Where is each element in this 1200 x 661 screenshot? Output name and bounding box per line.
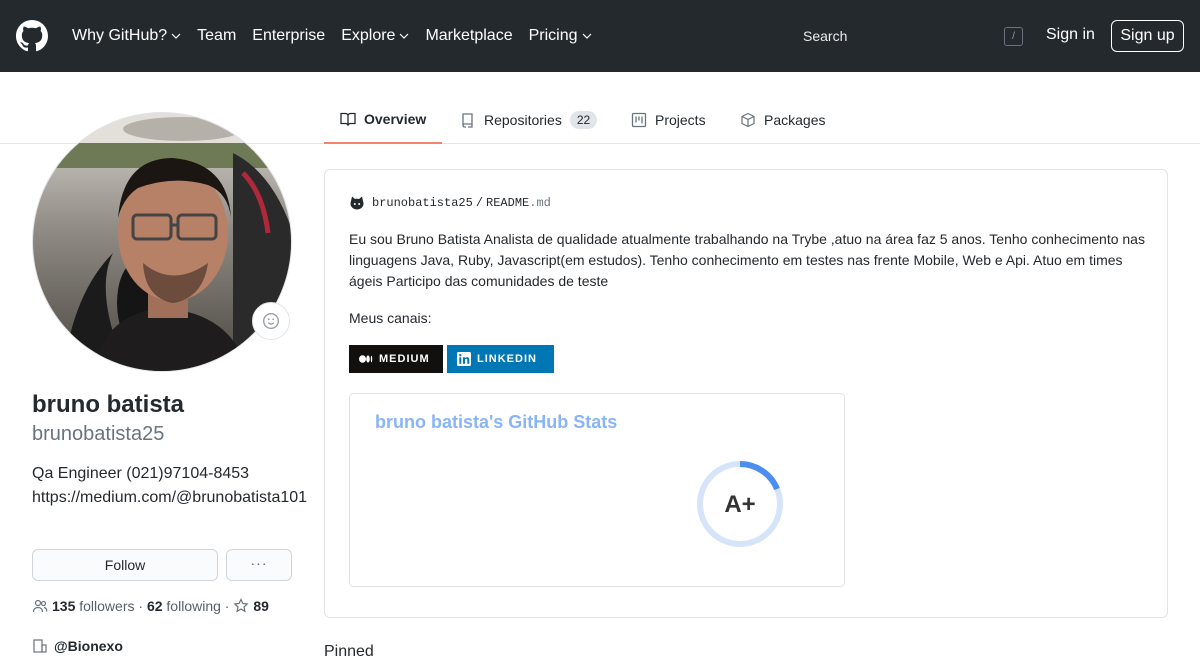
profile-readme: brunobatista25 / README .md Eu sou Bruno … xyxy=(324,169,1168,618)
smiley-icon xyxy=(263,313,279,329)
github-logo-icon[interactable] xyxy=(16,20,48,52)
following-count: 62 xyxy=(146,598,163,614)
profile-bio: Qa Engineer (021)97104-8453 https://medi… xyxy=(32,465,308,506)
repositories-counter: 22 xyxy=(569,111,598,129)
nav-explore-label: Explore xyxy=(341,27,396,44)
medium-logo-icon xyxy=(359,355,373,363)
main-nav: Why GitHub? Team Enterprise Explore Mark… xyxy=(72,0,608,72)
tab-packages-label: Packages xyxy=(764,112,826,128)
package-icon xyxy=(741,112,755,128)
organization-icon xyxy=(33,639,47,653)
readme-path: brunobatista25 / README .md xyxy=(349,195,551,211)
organization-item: @Bionexo xyxy=(32,638,123,654)
rank-circle: A+ xyxy=(697,461,783,547)
readme-paragraph: Eu sou Bruno Batista Analista de qualida… xyxy=(349,231,1145,289)
book-icon xyxy=(340,112,356,127)
following-label: following xyxy=(166,598,221,614)
following-link[interactable]: 62 following xyxy=(147,598,221,614)
tab-projects-label: Projects xyxy=(655,112,706,128)
nav-enterprise[interactable]: Enterprise xyxy=(252,27,325,45)
smiley-cat-icon xyxy=(350,196,364,210)
more-options-button[interactable]: ··· xyxy=(226,549,292,581)
nav-enterprise-label: Enterprise xyxy=(252,27,326,44)
tab-repositories-label: Repositories xyxy=(484,112,562,128)
linkedin-badge-label: LINKEDIN xyxy=(477,353,537,365)
nav-pricing[interactable]: Pricing xyxy=(529,27,592,45)
readme-channels-label: Meus canais: xyxy=(349,310,432,326)
chevron-down-icon xyxy=(171,33,181,39)
star-icon xyxy=(233,598,249,613)
tab-overview-label: Overview xyxy=(364,111,427,127)
readme-path-separator: / xyxy=(475,196,484,210)
readme-file-ext: .md xyxy=(529,196,551,210)
profile-username: brunobatista25 xyxy=(32,423,165,445)
stars-count[interactable]: 89 xyxy=(253,598,269,614)
github-stats-card[interactable]: bruno batista's GitHub Stats A+ xyxy=(349,393,845,587)
site-header: Why GitHub? Team Enterprise Explore Mark… xyxy=(0,0,1200,72)
sign-up-button[interactable]: Sign up xyxy=(1111,20,1184,52)
chevron-down-icon xyxy=(400,33,409,39)
tab-projects[interactable]: Projects xyxy=(615,96,722,144)
readme-owner-link[interactable]: brunobatista25 xyxy=(372,196,473,210)
medium-badge[interactable]: MEDIUM xyxy=(349,345,443,373)
rank-grade: A+ xyxy=(724,491,755,518)
sign-in-link[interactable]: Sign in xyxy=(1046,26,1095,44)
nav-team[interactable]: Team xyxy=(197,27,236,45)
nav-team-label: Team xyxy=(197,27,237,44)
followers-label: followers xyxy=(79,598,135,614)
organization-link[interactable]: @Bionexo xyxy=(54,638,123,654)
followers-link[interactable]: 135 followers xyxy=(52,598,135,614)
profile-photo xyxy=(33,113,291,371)
search-placeholder: Search xyxy=(803,28,848,44)
tab-overview[interactable]: Overview xyxy=(324,96,443,144)
search-input[interactable]: Search / xyxy=(787,20,1027,52)
medium-badge-label: MEDIUM xyxy=(379,353,430,365)
pinned-heading: Pinned xyxy=(324,643,374,660)
linkedin-badge[interactable]: LINKEDIN xyxy=(447,345,554,373)
profile-stats: 135 followers · 62 following · 89 xyxy=(32,598,269,614)
follow-button[interactable]: Follow xyxy=(32,549,218,581)
readme-file-name[interactable]: README xyxy=(486,196,529,210)
nav-explore[interactable]: Explore xyxy=(341,27,409,45)
set-status-button[interactable] xyxy=(252,302,290,340)
nav-marketplace-label: Marketplace xyxy=(425,27,513,44)
tab-packages[interactable]: Packages xyxy=(724,96,841,144)
nav-pricing-label: Pricing xyxy=(528,27,578,44)
followers-count: 135 xyxy=(52,598,76,614)
nav-why-github-label: Why GitHub? xyxy=(72,27,168,44)
nav-marketplace[interactable]: Marketplace xyxy=(425,27,512,45)
repo-icon xyxy=(462,113,473,128)
chevron-down-icon xyxy=(582,33,591,39)
linkedin-logo-icon xyxy=(457,352,471,366)
tab-repositories[interactable]: Repositories 22 xyxy=(444,96,613,144)
avatar[interactable] xyxy=(32,112,292,372)
people-icon xyxy=(32,599,48,613)
profile-full-name: bruno batista xyxy=(32,391,185,418)
stats-card-title: bruno batista's GitHub Stats xyxy=(375,412,618,432)
nav-why-github[interactable]: Why GitHub? xyxy=(72,27,181,45)
project-icon xyxy=(631,112,647,128)
search-shortcut-key: / xyxy=(1004,27,1023,46)
